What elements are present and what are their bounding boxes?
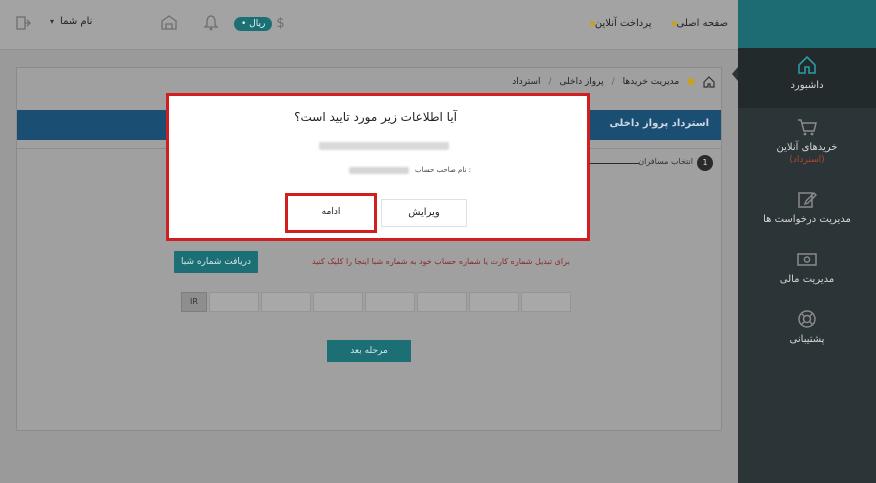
support-icon <box>798 310 816 328</box>
home-icon <box>798 55 816 74</box>
sidebar-item-label: پشتیبانی <box>789 334 825 345</box>
iban-field[interactable] <box>469 292 519 312</box>
bell-icon[interactable] <box>202 14 220 32</box>
edit-icon <box>798 192 817 208</box>
sidebar-item-sublabel: (استرداد) <box>789 155 825 165</box>
nav-online-payment-link[interactable]: پرداخت آنلاین <box>586 18 652 29</box>
user-menu[interactable]: ▾ نام شما <box>50 16 92 27</box>
next-step-button[interactable]: مرحله بعد <box>327 340 411 362</box>
top-bar: صفحه اصلی پرداخت آنلاین • ریال $ ▾ نام ش… <box>0 0 738 50</box>
home-icon[interactable] <box>703 76 715 88</box>
sidebar-item-dashboard[interactable]: داشبورد <box>738 48 876 108</box>
sidebar-item-finance[interactable]: مدیریت مالی <box>738 240 876 300</box>
continue-button[interactable]: ادامه <box>285 193 377 233</box>
sidebar-item-label: مدیریت مالی <box>779 274 835 285</box>
account-holder-row: نام صاحب حساب : <box>349 166 471 174</box>
user-name: نام شما <box>60 16 93 27</box>
breadcrumb: ● مدیریت خریدها / پرواز داخلی / استرداد <box>512 76 715 88</box>
wallet-pill: • ریال <box>234 16 273 31</box>
sidebar-item-requests[interactable]: مدیریت درخواست ها <box>738 180 876 240</box>
dialog-title: آیا اطلاعات زیر مورد تایید است؟ <box>294 110 457 124</box>
breadcrumb-domestic-flight[interactable]: پرواز داخلی <box>560 77 604 87</box>
iban-hint-link[interactable]: برای تبدیل شماره کارت یا شماره حساب خود … <box>312 257 570 266</box>
step-label: انتخاب مسافران <box>638 157 693 166</box>
nav-home-link[interactable]: صفحه اصلی <box>668 18 728 29</box>
get-iban-button[interactable]: دریافت شماره شبا <box>174 251 258 273</box>
sidebar-item-support[interactable]: پشتیبانی <box>738 300 876 360</box>
store-icon[interactable] <box>160 14 178 32</box>
redacted-iban <box>319 142 449 150</box>
iban-field[interactable] <box>417 292 467 312</box>
breadcrumb-dot-icon: ● <box>687 77 695 87</box>
currency-icon: $ <box>276 16 285 31</box>
iban-field[interactable] <box>261 292 311 312</box>
iban-field[interactable] <box>313 292 363 312</box>
iban-field[interactable] <box>521 292 571 312</box>
account-holder-label: نام صاحب حساب : <box>415 166 472 174</box>
step-number: 1 <box>697 155 713 171</box>
sidebar-item-label: داشبورد <box>790 80 824 91</box>
sidebar: داشبورد خریدهای آنلاین (استرداد) مدیریت … <box>738 0 876 483</box>
logout-icon[interactable] <box>14 14 32 32</box>
breadcrumb-separator: / <box>548 77 552 87</box>
top-nav: صفحه اصلی پرداخت آنلاین <box>586 18 728 29</box>
sidebar-item-online-purchases[interactable]: خریدهای آنلاین (استرداد) <box>738 108 876 180</box>
sidebar-active-pointer <box>732 67 738 81</box>
edit-button[interactable]: ویرایش <box>381 199 467 227</box>
redacted-account-holder <box>349 166 409 174</box>
continue-button-label: ادامه <box>321 207 341 217</box>
brand-bar <box>738 0 876 48</box>
chevron-down-icon: ▾ <box>50 17 55 26</box>
iban-field[interactable] <box>365 292 415 312</box>
breadcrumb-separator: / <box>611 77 615 87</box>
wallet-balance[interactable]: • ریال $ <box>234 16 285 31</box>
nav-online-payment-label: پرداخت آنلاین <box>594 18 652 29</box>
money-icon <box>797 253 817 266</box>
iban-field[interactable] <box>209 292 259 312</box>
cart-icon <box>798 119 817 136</box>
confirm-dialog: آیا اطلاعات زیر مورد تایید است؟ نام صاحب… <box>166 93 590 241</box>
iban-input-row: IR <box>181 292 571 312</box>
nav-home-label: صفحه اصلی <box>676 18 728 29</box>
breadcrumb-refund: استرداد <box>512 77 541 87</box>
section-title: استرداد پرواز داخلی <box>609 118 709 129</box>
iban-prefix: IR <box>181 292 207 312</box>
sidebar-item-label: خریدهای آنلاین <box>776 142 838 153</box>
breadcrumb-purchases[interactable]: مدیریت خریدها <box>623 77 679 87</box>
sidebar-item-label: مدیریت درخواست ها <box>763 214 851 225</box>
